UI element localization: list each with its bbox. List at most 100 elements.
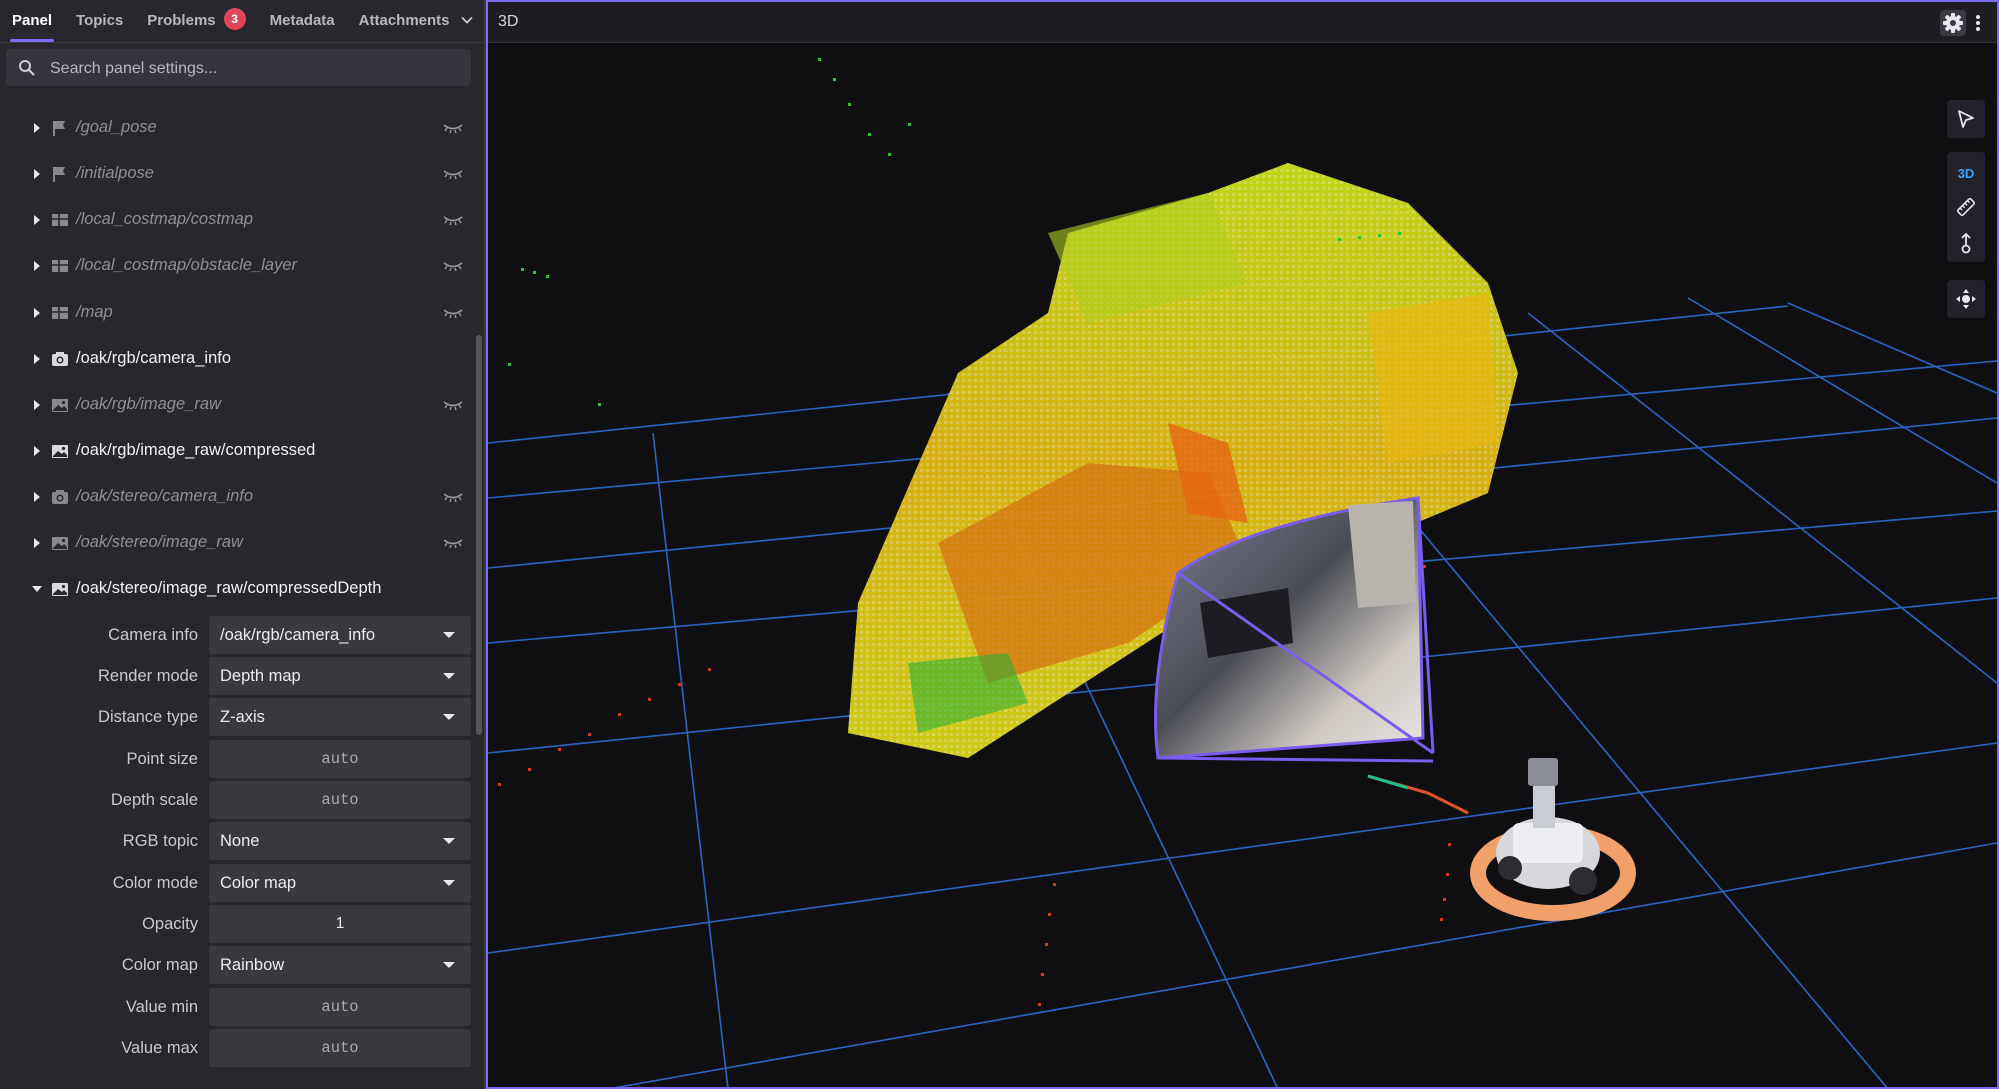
topic-label: /oak/stereo/camera_info	[76, 487, 254, 505]
panel-title: 3D	[498, 13, 519, 30]
caret-down-icon[interactable]	[31, 583, 43, 595]
setting-value: auto	[321, 998, 359, 1016]
flag-icon	[51, 119, 69, 137]
3d-panel[interactable]: 3D 3D	[486, 0, 1999, 1089]
caret-right-icon[interactable]	[31, 214, 43, 226]
move-icon	[1956, 289, 1976, 309]
setting-label: Depth scale	[110, 791, 198, 809]
chevron-down-icon[interactable]	[460, 13, 474, 27]
eye-closed-icon[interactable]	[442, 259, 464, 273]
select-tool-button[interactable]	[1947, 100, 1985, 138]
cursor-icon	[1958, 110, 1974, 128]
eye-closed-icon[interactable]	[442, 121, 464, 135]
search-box[interactable]	[6, 49, 471, 88]
gear-icon	[1943, 13, 1963, 33]
panel-settings-button[interactable]	[1940, 10, 1966, 36]
topic-row[interactable]: /oak/rgb/image_raw	[0, 383, 476, 427]
setting-row: Value min auto	[0, 988, 476, 1027]
caret-right-icon[interactable]	[31, 260, 43, 272]
dropdown-arrow-icon	[443, 714, 455, 720]
3d-mode-label: 3D	[1957, 165, 1975, 181]
setting-input[interactable]: auto	[209, 988, 471, 1026]
camera-follow-button[interactable]	[1947, 280, 1985, 318]
setting-select[interactable]: /oak/rgb/camera_info	[209, 616, 471, 654]
dropdown-arrow-icon	[443, 632, 455, 638]
setting-input[interactable]: 1	[209, 905, 471, 943]
setting-value: Rainbow	[220, 956, 285, 974]
topic-row[interactable]: /local_costmap/costmap	[0, 198, 476, 242]
setting-row: Distance type Z-axis	[0, 698, 476, 737]
setting-select[interactable]: None	[209, 822, 471, 860]
caret-right-icon[interactable]	[31, 307, 43, 319]
flag-icon	[51, 165, 69, 183]
eye-closed-icon[interactable]	[442, 398, 464, 412]
sidebar-tabs: Panel Topics Problems 3 Metadata Attachme…	[0, 0, 484, 43]
topic-row[interactable]: /local_costmap/obstacle_layer	[0, 244, 476, 288]
search-icon	[19, 60, 35, 76]
setting-select[interactable]: Z-axis	[209, 698, 471, 736]
image-icon	[51, 396, 69, 414]
image-icon	[51, 442, 69, 460]
caret-right-icon[interactable]	[31, 537, 43, 549]
caret-right-icon[interactable]	[31, 445, 43, 457]
topic-label: /oak/rgb/camera_info	[76, 349, 232, 367]
caret-right-icon[interactable]	[31, 353, 43, 365]
topic-row[interactable]: /map	[0, 291, 476, 335]
problems-count-badge: 3	[223, 8, 246, 31]
caret-right-icon[interactable]	[31, 491, 43, 503]
setting-row: Camera info/oak/rgb/camera_info	[0, 616, 476, 655]
topic-row[interactable]: /initialpose	[0, 152, 476, 196]
camera-icon	[51, 488, 69, 506]
setting-value: auto	[321, 1039, 359, 1057]
eye-closed-icon[interactable]	[442, 536, 464, 550]
setting-row: RGB topic None	[0, 822, 476, 861]
tab-problems-label: Problems	[147, 12, 216, 29]
publish-point-button[interactable]	[1947, 224, 1985, 262]
topic-row[interactable]: /oak/rgb/camera_info	[0, 337, 476, 381]
topic-row[interactable]: /goal_pose	[0, 106, 476, 150]
tab-attachments[interactable]: Attachments	[347, 0, 462, 42]
setting-row: Render mode Depth map	[0, 657, 476, 696]
setting-label: RGB topic	[122, 832, 198, 850]
eye-closed-icon[interactable]	[442, 213, 464, 227]
caret-right-icon[interactable]	[31, 399, 43, 411]
measure-tool-button[interactable]	[1947, 188, 1985, 226]
search-input[interactable]	[48, 49, 462, 88]
tab-panel[interactable]: Panel	[0, 0, 64, 42]
3d-scene[interactable]: 3D	[488, 43, 1997, 1087]
topic-row[interactable]: /oak/stereo/camera_info	[0, 475, 476, 519]
topic-label: /oak/rgb/image_raw	[76, 395, 221, 413]
setting-label: Render mode	[98, 667, 198, 685]
tab-problems[interactable]: Problems 3	[135, 0, 257, 42]
setting-row: Value max auto	[0, 1029, 476, 1068]
caret-right-icon[interactable]	[31, 122, 43, 134]
eye-closed-icon[interactable]	[442, 490, 464, 504]
setting-label: Color map	[121, 956, 198, 974]
grid-icon	[51, 304, 69, 322]
setting-select[interactable]: Rainbow	[209, 946, 471, 984]
setting-input[interactable]: auto	[209, 740, 471, 778]
setting-select[interactable]: Depth map	[209, 657, 471, 695]
tab-topics[interactable]: Topics	[64, 0, 135, 42]
setting-label: Color mode	[112, 874, 198, 892]
topic-row[interactable]: /oak/stereo/image_raw/compressedDepth	[0, 567, 476, 611]
eye-closed-icon[interactable]	[442, 167, 464, 181]
setting-select[interactable]: Color map	[209, 864, 471, 902]
3d-mode-button[interactable]: 3D	[1947, 154, 1985, 192]
setting-input[interactable]: auto	[209, 781, 471, 819]
setting-label: Camera info	[108, 626, 198, 644]
topic-label: /goal_pose	[76, 118, 157, 136]
caret-right-icon[interactable]	[31, 168, 43, 180]
topic-row[interactable]: /oak/stereo/image_raw	[0, 521, 476, 565]
tab-metadata[interactable]: Metadata	[258, 0, 347, 42]
dropdown-arrow-icon	[443, 880, 455, 886]
topic-label: /oak/stereo/image_raw	[76, 533, 243, 551]
setting-label: Opacity	[142, 915, 198, 933]
setting-label: Distance type	[98, 708, 198, 726]
setting-input[interactable]: auto	[209, 1029, 471, 1067]
topic-row[interactable]: /oak/rgb/image_raw/compressed	[0, 429, 476, 473]
settings-sidebar: Panel Topics Problems 3 Metadata Attachme…	[0, 0, 486, 1089]
eye-closed-icon[interactable]	[442, 306, 464, 320]
sidebar-scrollbar[interactable]	[476, 335, 482, 735]
more-vertical-icon[interactable]	[1974, 13, 1982, 33]
